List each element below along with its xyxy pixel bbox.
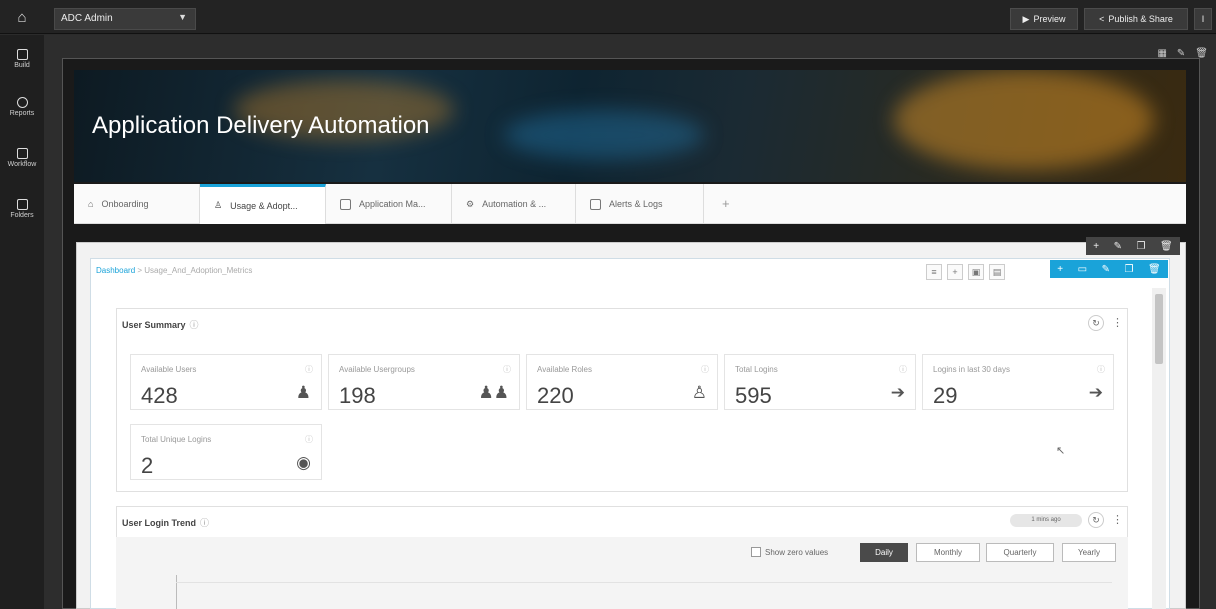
mouse-cursor-icon: ↖ (1056, 445, 1066, 457)
preview-button[interactable]: ▶ Preview (1010, 8, 1078, 30)
arrow-right-circle-icon[interactable]: ➔ (891, 383, 905, 403)
role-icon: ♙ (691, 383, 707, 402)
stat-card-total-unique-logins: Total Unique Logins ⓘ 2 ◉ (130, 424, 322, 480)
folder-icon[interactable]: ▭ (1078, 264, 1087, 275)
stat-card-available-users: Available Users ⓘ 428 ♟ (130, 354, 322, 410)
info-icon: ⓘ (503, 365, 511, 374)
reports-icon (16, 97, 28, 108)
copy-icon[interactable]: ❐ (1124, 264, 1133, 275)
play-icon: ▶ (1022, 13, 1030, 24)
stat-card-available-roles: Available Roles ⓘ 220 ♙ (526, 354, 718, 410)
app-selector[interactable]: ADC Admin ▼ (54, 8, 196, 30)
dashboard-tools: ≡ + ▣ ▤ (926, 264, 1005, 280)
add-icon[interactable]: + (1093, 241, 1099, 252)
tab-alerts-logs[interactable]: Alerts & Logs (576, 184, 704, 224)
info-icon: ⓘ (305, 435, 313, 444)
app-selector-label: ADC Admin (61, 13, 113, 24)
add-tab-icon[interactable]: + (722, 196, 730, 211)
alert-icon (590, 198, 601, 210)
info-icon: ⓘ (200, 518, 210, 528)
toggle-yearly[interactable]: Yearly (1062, 543, 1116, 562)
workflow-icon (16, 148, 28, 159)
breadcrumb-root[interactable]: Dashboard (96, 266, 135, 275)
save-icon[interactable]: ▣ (968, 264, 984, 280)
checkbox-icon[interactable] (751, 547, 761, 557)
info-icon: ⓘ (899, 365, 907, 374)
edit-icon (340, 198, 351, 210)
home-icon[interactable]: ⌂ (0, 0, 44, 34)
tab-onboarding[interactable]: ⌂ Onboarding (74, 184, 200, 224)
user-summary-title: User Summary ⓘ (122, 320, 199, 330)
sidebar-item-build[interactable]: Build (0, 49, 44, 69)
chart-y-axis (176, 575, 177, 609)
refresh-icon[interactable]: ↻ (1088, 315, 1104, 331)
tab-usage-adoption[interactable]: ♙ Usage & Adopt... (200, 184, 326, 224)
add-icon[interactable]: + (947, 264, 963, 280)
publish-share-button[interactable]: < Publish & Share (1084, 8, 1188, 30)
scrollbar-thumb[interactable] (1155, 294, 1163, 364)
breadcrumb: Dashboard > Usage_And_Adoption_Metrics (96, 266, 252, 275)
info-icon: ⓘ (701, 365, 709, 374)
top-bar: ⌂ ADC Admin ▼ ▶ Preview < Publish & Shar… (0, 0, 1216, 34)
user-login-trend-title: User Login Trend ⓘ (122, 518, 210, 528)
build-icon (16, 49, 28, 60)
user-icon: ♟ (295, 383, 311, 402)
edit-icon[interactable]: ✎ (1114, 241, 1122, 252)
page-toolbar: + ✎ ❐ 🗑 (1086, 237, 1180, 255)
widget-toolbar: + ▭ ✎ ❐ 🗑 (1050, 260, 1168, 278)
edit-icon[interactable]: ✎ (1102, 264, 1110, 275)
export-icon[interactable]: ▤ (989, 264, 1005, 280)
show-zero-values-checkbox[interactable]: Show zero values (751, 547, 828, 557)
stat-card-logins-last-30-days[interactable]: Logins in last 30 days ⓘ 29 ➔ (922, 354, 1114, 410)
breadcrumb-current: Usage_And_Adoption_Metrics (144, 266, 253, 275)
delete-icon[interactable]: 🗑 (1160, 241, 1173, 252)
list-icon[interactable]: ≡ (926, 264, 942, 280)
user-icon: ♙ (214, 200, 223, 210)
chart-gridline (176, 582, 1112, 583)
home-icon: ⌂ (88, 199, 94, 209)
toggle-quarterly[interactable]: Quarterly (986, 543, 1054, 562)
info-icon: ⓘ (1097, 365, 1105, 374)
kebab-menu-icon[interactable]: ⋮ (1112, 316, 1123, 329)
group-icon: ♟♟ (478, 383, 509, 402)
last-updated-chip: 1 mins ago (1010, 514, 1082, 527)
tab-bar: ⌂ Onboarding ♙ Usage & Adopt... Applicat… (74, 184, 1186, 224)
left-sidebar: Build Reports Workflow Folders (0, 35, 44, 609)
toggle-monthly[interactable]: Monthly (916, 543, 980, 562)
info-icon: ⓘ (189, 320, 199, 330)
share-icon: < (1099, 14, 1105, 24)
toggle-daily[interactable]: Daily (860, 543, 908, 562)
delete-icon[interactable]: 🗑 (1148, 264, 1161, 275)
stat-card-total-logins[interactable]: Total Logins ⓘ 595 ➔ (724, 354, 916, 410)
add-icon[interactable]: + (1057, 264, 1063, 275)
sidebar-item-reports[interactable]: Reports (0, 97, 44, 117)
tab-automation[interactable]: ⚙ Automation & ... (452, 184, 576, 224)
info-icon: ⓘ (305, 365, 313, 374)
folder-icon (16, 199, 28, 210)
copy-icon[interactable]: ❐ (1137, 241, 1146, 252)
tab-application-management[interactable]: Application Ma... (326, 184, 452, 224)
banner-title: Application Delivery Automation (92, 112, 430, 139)
sidebar-item-folders[interactable]: Folders (0, 199, 44, 219)
sidebar-item-workflow[interactable]: Workflow (0, 148, 44, 168)
chevron-down-icon: ▼ (178, 12, 187, 22)
stat-card-available-usergroups: Available Usergroups ⓘ 198 ♟♟ (328, 354, 520, 410)
refresh-icon[interactable]: ↻ (1088, 512, 1104, 528)
header-banner: Application Delivery Automation (74, 70, 1186, 182)
breadcrumb-separator: > (137, 266, 143, 275)
gear-icon: ⚙ (466, 198, 475, 209)
kebab-menu-icon[interactable]: ⋮ (1112, 513, 1123, 526)
unique-login-icon: ◉ (296, 453, 311, 472)
more-menu-button[interactable]: I (1194, 8, 1212, 30)
arrow-right-circle-icon[interactable]: ➔ (1089, 383, 1103, 403)
